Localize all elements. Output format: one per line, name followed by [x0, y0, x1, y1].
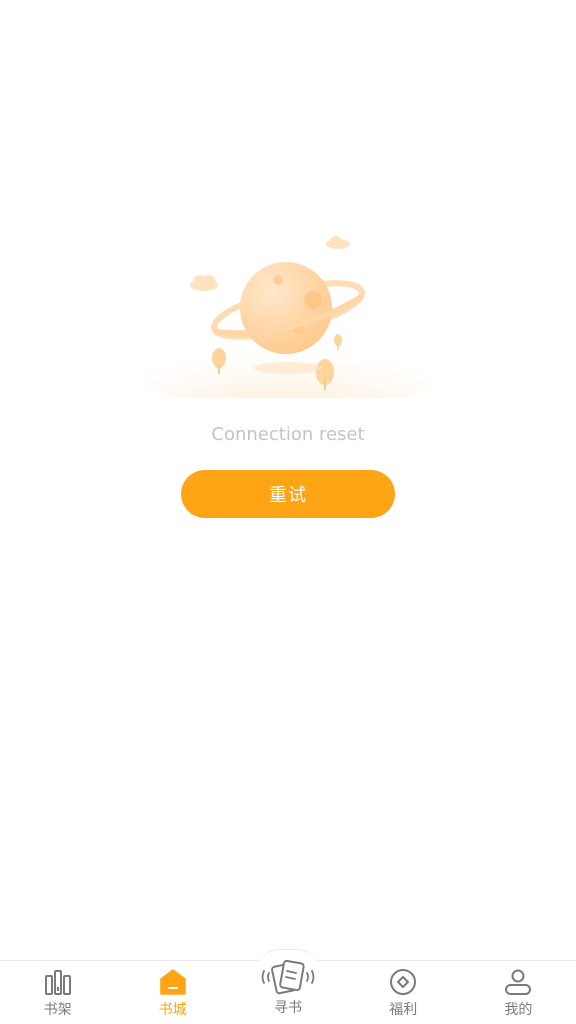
bottom-tab-bar: 书架 书城 寻书 福利 我的 [0, 949, 576, 1024]
tab-label: 福利 [389, 1002, 418, 1018]
tab-label: 我的 [504, 1002, 533, 1018]
coin-welfare-icon [386, 965, 420, 999]
tab-label: 书城 [158, 1002, 187, 1018]
tab-bookshelf[interactable]: 书架 [0, 961, 115, 1024]
tab-find-book[interactable]: 寻书 [230, 949, 345, 1024]
retry-button[interactable]: 重试 [181, 470, 395, 518]
error-message: Connection reset [211, 424, 365, 445]
app-screen: Connection reset 重试 书架 书城 寻书 福利 我的 [0, 0, 576, 1024]
tab-label: 寻书 [274, 1000, 302, 1016]
tab-mine[interactable]: 我的 [461, 961, 576, 1024]
bookshelf-icon [41, 965, 75, 999]
cloud-left [190, 275, 218, 291]
planet-illustration [138, 236, 438, 398]
bookstore-home-icon [156, 965, 190, 999]
profile-person-icon [501, 965, 535, 999]
planet [240, 262, 332, 354]
tab-bookstore[interactable]: 书城 [115, 961, 230, 1024]
tab-welfare[interactable]: 福利 [346, 961, 461, 1024]
find-book-cards-icon [256, 955, 320, 999]
tab-label: 书架 [43, 1002, 72, 1018]
cloud-right [326, 236, 350, 249]
